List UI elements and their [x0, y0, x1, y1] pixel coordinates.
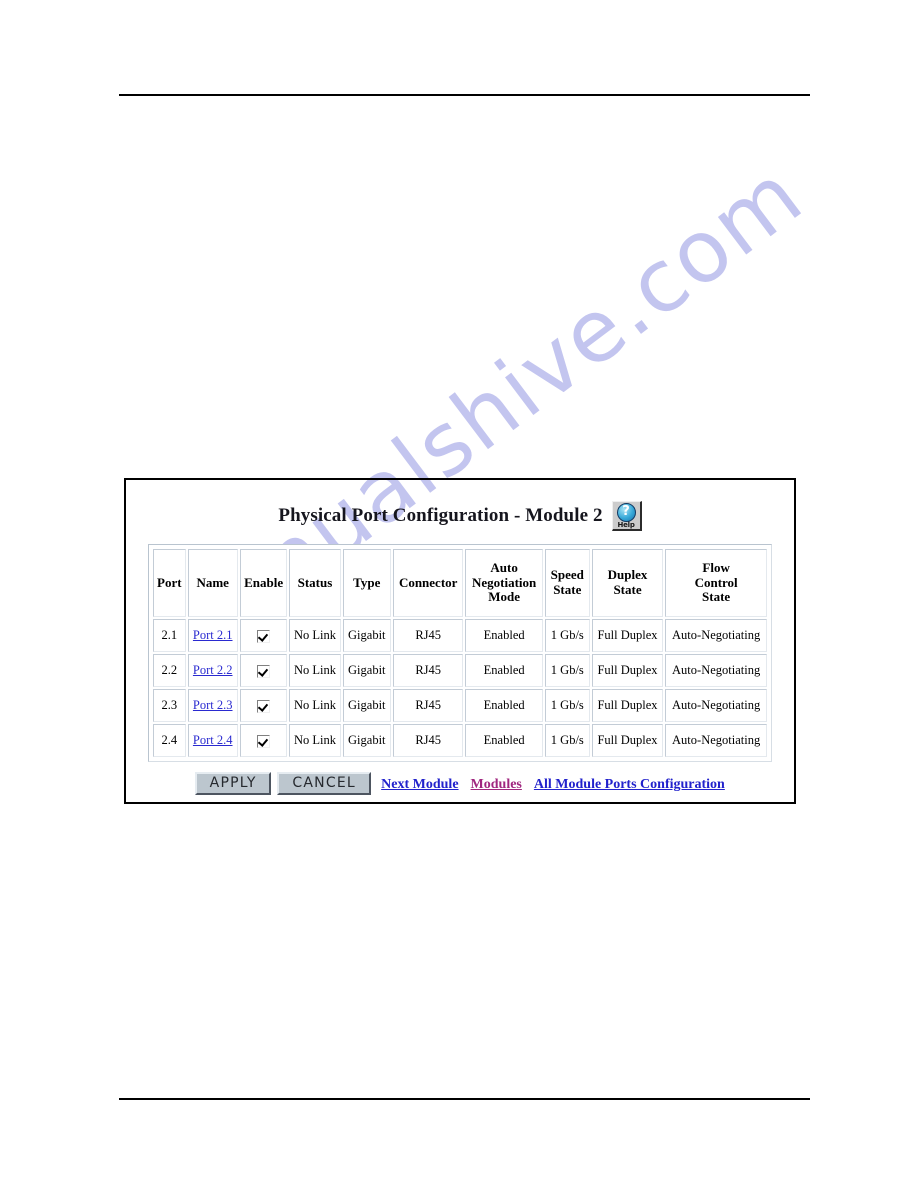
- cell-port: 2.2: [153, 654, 186, 687]
- header-rule: [119, 94, 810, 96]
- column-header-auto-negotiation-mode: Auto Negotiation Mode: [465, 549, 543, 617]
- cell-port: 2.4: [153, 724, 186, 757]
- column-header-duplex-state: Duplex State: [591, 549, 664, 617]
- column-header-connector: Connector: [392, 549, 464, 617]
- table-body: 2.1 Port 2.1 No Link Gigabit RJ45 Enabled 1 Gb…: [153, 619, 767, 757]
- cell-speed-state: 1 Gb/s: [544, 654, 590, 687]
- column-header-speed-state: Speed State: [544, 549, 590, 617]
- cell-duplex-state: Full Duplex: [591, 724, 664, 757]
- cell-flow-control-state: Auto-Negotiating: [665, 689, 767, 722]
- cell-status: No Link: [289, 654, 341, 687]
- cell-speed-state: 1 Gb/s: [544, 689, 590, 722]
- table-row: 2.1 Port 2.1 No Link Gigabit RJ45 Enabled 1 Gb…: [153, 619, 767, 652]
- cell-status: No Link: [289, 619, 341, 652]
- action-bar: APPLY CANCEL Next Module Modules All Modul…: [126, 772, 794, 795]
- cell-duplex-state: Full Duplex: [591, 654, 664, 687]
- port-configuration-table: Port Name Enable Status Type Connector Auto Neg…: [151, 547, 769, 759]
- cell-name: Port 2.2: [187, 654, 238, 687]
- cell-enable: [239, 689, 288, 722]
- cell-duplex-state: Full Duplex: [591, 619, 664, 652]
- column-header-port: Port: [153, 549, 186, 617]
- cell-duplex-state: Full Duplex: [591, 689, 664, 722]
- table-row: 2.3 Port 2.3 No Link Gigabit RJ45 Enabled 1 Gb…: [153, 689, 767, 722]
- cell-connector: RJ45: [392, 654, 464, 687]
- cell-speed-state: 1 Gb/s: [544, 619, 590, 652]
- cell-flow-control-state: Auto-Negotiating: [665, 654, 767, 687]
- port-name-link[interactable]: Port 2.3: [193, 698, 233, 712]
- cell-enable: [239, 654, 288, 687]
- column-header-enable: Enable: [239, 549, 288, 617]
- footer-rule: [119, 1098, 810, 1100]
- cell-status: No Link: [289, 689, 341, 722]
- cell-connector: RJ45: [392, 619, 464, 652]
- action-links: Next Module Modules All Module Ports Confi…: [381, 775, 725, 793]
- cell-flow-control-state: Auto-Negotiating: [665, 619, 767, 652]
- cell-speed-state: 1 Gb/s: [544, 724, 590, 757]
- cell-type: Gigabit: [342, 724, 391, 757]
- cell-name: Port 2.3: [187, 689, 238, 722]
- column-header-name: Name: [187, 549, 238, 617]
- help-button-label: Help: [617, 521, 635, 529]
- cell-auto-negotiation-mode: Enabled: [465, 689, 543, 722]
- help-button[interactable]: ? Help: [611, 501, 642, 531]
- port-name-link[interactable]: Port 2.1: [193, 628, 233, 642]
- cell-type: Gigabit: [342, 654, 391, 687]
- link-modules[interactable]: Modules: [471, 777, 522, 792]
- column-header-flow-control-state: Flow Control State: [665, 549, 767, 617]
- cell-flow-control-state: Auto-Negotiating: [665, 724, 767, 757]
- link-next-module[interactable]: Next Module: [381, 777, 458, 792]
- port-table-container: Port Name Enable Status Type Connector Auto Neg…: [148, 544, 772, 762]
- cell-enable: [239, 724, 288, 757]
- cell-connector: RJ45: [392, 724, 464, 757]
- column-header-type: Type: [342, 549, 391, 617]
- panel-title-row: Physical Port Configuration - Module 2 ?…: [126, 501, 794, 531]
- cell-enable: [239, 619, 288, 652]
- enable-checkbox[interactable]: [257, 664, 271, 678]
- cell-auto-negotiation-mode: Enabled: [465, 724, 543, 757]
- cell-connector: RJ45: [392, 689, 464, 722]
- cell-name: Port 2.4: [187, 724, 238, 757]
- cell-type: Gigabit: [342, 689, 391, 722]
- table-row: 2.4 Port 2.4 No Link Gigabit RJ45 Enabled 1 Gb…: [153, 724, 767, 757]
- link-all-module-ports-configuration[interactable]: All Module Ports Configuration: [534, 777, 725, 792]
- cell-port: 2.1: [153, 619, 186, 652]
- column-header-status: Status: [289, 549, 341, 617]
- cell-port: 2.3: [153, 689, 186, 722]
- port-name-link[interactable]: Port 2.2: [193, 663, 233, 677]
- cell-status: No Link: [289, 724, 341, 757]
- apply-button[interactable]: APPLY: [195, 772, 272, 795]
- cell-name: Port 2.1: [187, 619, 238, 652]
- page-title: Physical Port Configuration - Module 2: [278, 505, 603, 526]
- enable-checkbox[interactable]: [257, 699, 271, 713]
- table-header-row: Port Name Enable Status Type Connector Auto Neg…: [153, 549, 767, 617]
- cell-auto-negotiation-mode: Enabled: [465, 654, 543, 687]
- physical-port-configuration-panel: Physical Port Configuration - Module 2 ?…: [124, 478, 796, 804]
- enable-checkbox[interactable]: [257, 734, 271, 748]
- table-row: 2.2 Port 2.2 No Link Gigabit RJ45 Enabled 1 Gb…: [153, 654, 767, 687]
- enable-checkbox[interactable]: [257, 629, 271, 643]
- port-name-link[interactable]: Port 2.4: [193, 733, 233, 747]
- cancel-button[interactable]: CANCEL: [277, 772, 372, 795]
- help-question-icon: ?: [616, 503, 636, 522]
- cell-auto-negotiation-mode: Enabled: [465, 619, 543, 652]
- cell-type: Gigabit: [342, 619, 391, 652]
